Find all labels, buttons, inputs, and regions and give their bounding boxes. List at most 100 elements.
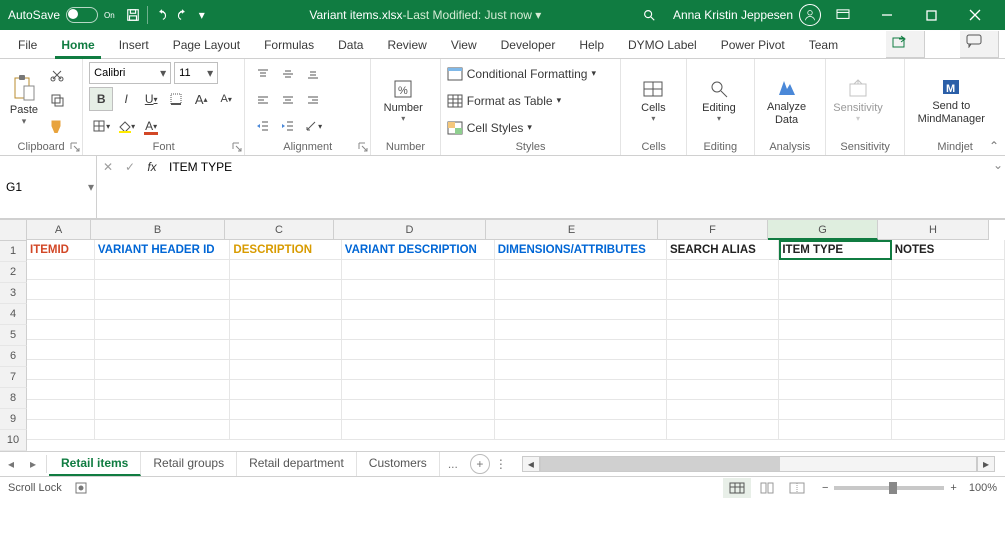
cancel-formula-icon[interactable]: ✕: [97, 160, 119, 174]
qat-customize-icon[interactable]: ▾: [192, 5, 212, 25]
cell[interactable]: [342, 380, 495, 400]
cell[interactable]: [95, 260, 231, 280]
font-face-input[interactable]: [90, 67, 156, 79]
cell[interactable]: [892, 360, 1005, 380]
chevron-down-icon[interactable]: ▾: [156, 66, 170, 80]
scroll-left-icon[interactable]: ◂: [522, 456, 540, 472]
row-header[interactable]: 2: [0, 262, 27, 283]
page-break-view-icon[interactable]: [783, 478, 811, 498]
cell[interactable]: [779, 320, 891, 340]
last-modified[interactable]: Last Modified: Just now: [407, 8, 532, 22]
save-icon[interactable]: [123, 5, 143, 25]
align-left-icon[interactable]: [251, 88, 275, 112]
copy-icon[interactable]: [46, 90, 68, 110]
tab-data[interactable]: Data: [326, 34, 375, 58]
row-header[interactable]: 5: [0, 325, 27, 346]
minimize-icon[interactable]: [865, 0, 909, 30]
cell[interactable]: [495, 360, 667, 380]
cell[interactable]: [342, 320, 495, 340]
cell[interactable]: [230, 380, 341, 400]
cell[interactable]: [230, 360, 341, 380]
normal-view-icon[interactable]: [723, 478, 751, 498]
column-header[interactable]: C: [225, 220, 334, 240]
cell[interactable]: [892, 280, 1005, 300]
chevron-down-icon[interactable]: ▾: [203, 66, 217, 80]
cell[interactable]: [27, 340, 95, 360]
user-name[interactable]: Anna Kristin Jeppesen: [673, 8, 793, 22]
cell[interactable]: ITEM TYPE: [779, 240, 891, 260]
chevron-down-icon[interactable]: ▾: [532, 8, 541, 22]
cell[interactable]: [342, 340, 495, 360]
editing-button[interactable]: Editing▾: [693, 62, 745, 139]
tab-insert[interactable]: Insert: [107, 34, 161, 58]
cell[interactable]: VARIANT HEADER ID: [95, 240, 231, 260]
cell[interactable]: [495, 340, 667, 360]
fx-icon[interactable]: fx: [141, 160, 163, 174]
cell[interactable]: [779, 260, 891, 280]
cell[interactable]: [95, 400, 231, 420]
format-as-table-button[interactable]: Format as Table▾: [447, 93, 615, 109]
cell[interactable]: [892, 260, 1005, 280]
cell[interactable]: VARIANT DESCRIPTION: [342, 240, 495, 260]
increase-font-icon[interactable]: A▴: [189, 87, 213, 111]
column-header[interactable]: D: [334, 220, 486, 240]
row-header[interactable]: 9: [0, 409, 27, 430]
scroll-thumb[interactable]: [541, 457, 780, 471]
horizontal-scrollbar[interactable]: ◂ ▸: [522, 456, 995, 472]
cell[interactable]: [95, 360, 231, 380]
italic-button[interactable]: I: [114, 87, 138, 111]
column-header[interactable]: F: [658, 220, 768, 240]
cell[interactable]: [779, 280, 891, 300]
cell[interactable]: [95, 300, 231, 320]
sensitivity-button[interactable]: Sensitivity▾: [832, 62, 884, 139]
cell[interactable]: [27, 300, 95, 320]
font-size-combo[interactable]: ▾: [174, 62, 218, 84]
cell[interactable]: [230, 400, 341, 420]
sheet-tab[interactable]: Customers: [357, 452, 440, 476]
row-header[interactable]: 4: [0, 304, 27, 325]
font-face-combo[interactable]: ▾: [89, 62, 171, 84]
sheet-tabs-divider-icon[interactable]: ⋮: [490, 453, 512, 475]
scroll-sheets-right-icon[interactable]: ▸: [22, 453, 44, 475]
orientation-icon[interactable]: ▾: [301, 114, 325, 138]
avatar[interactable]: [799, 4, 821, 26]
new-sheet-icon[interactable]: +: [470, 454, 490, 474]
align-top-icon[interactable]: [251, 62, 275, 86]
increase-indent-icon[interactable]: [276, 114, 300, 138]
cell[interactable]: [27, 280, 95, 300]
cell[interactable]: [495, 300, 667, 320]
cell[interactable]: [342, 280, 495, 300]
enter-formula-icon[interactable]: ✓: [119, 160, 141, 174]
autosave-toggle[interactable]: AutoSave On: [8, 7, 115, 23]
cell[interactable]: [495, 260, 667, 280]
tab-home[interactable]: Home: [49, 34, 106, 58]
cell[interactable]: NOTES: [892, 240, 1005, 260]
cell[interactable]: [27, 400, 95, 420]
more-sheets[interactable]: ...: [440, 457, 466, 471]
share-icon[interactable]: [886, 31, 925, 58]
sheet-tab[interactable]: Retail items: [49, 452, 141, 476]
tab-help[interactable]: Help: [567, 34, 616, 58]
maximize-icon[interactable]: [909, 0, 953, 30]
cell[interactable]: [342, 300, 495, 320]
cell[interactable]: [667, 380, 779, 400]
cell[interactable]: [27, 380, 95, 400]
font-size-input[interactable]: [175, 67, 203, 79]
macro-record-icon[interactable]: [70, 477, 92, 499]
border-bottom-icon[interactable]: [164, 87, 188, 111]
cell[interactable]: [667, 300, 779, 320]
dialog-launcher-icon[interactable]: [358, 142, 368, 152]
column-header[interactable]: G: [768, 220, 878, 240]
cell[interactable]: [95, 380, 231, 400]
align-bottom-icon[interactable]: [301, 62, 325, 86]
cell[interactable]: [667, 260, 779, 280]
tab-team[interactable]: Team: [797, 34, 850, 58]
collapse-ribbon-icon[interactable]: ⌃: [903, 139, 999, 153]
zoom-out-icon[interactable]: −: [822, 482, 828, 494]
name-box[interactable]: ▾: [0, 156, 97, 218]
number-format-button[interactable]: % Number▾: [377, 62, 429, 139]
analyze-data-button[interactable]: Analyze Data: [761, 62, 813, 139]
send-to-mindmanager-button[interactable]: M Send to MindManager: [911, 62, 991, 139]
chevron-down-icon[interactable]: ▾: [84, 180, 98, 194]
dialog-launcher-icon[interactable]: [70, 142, 80, 152]
